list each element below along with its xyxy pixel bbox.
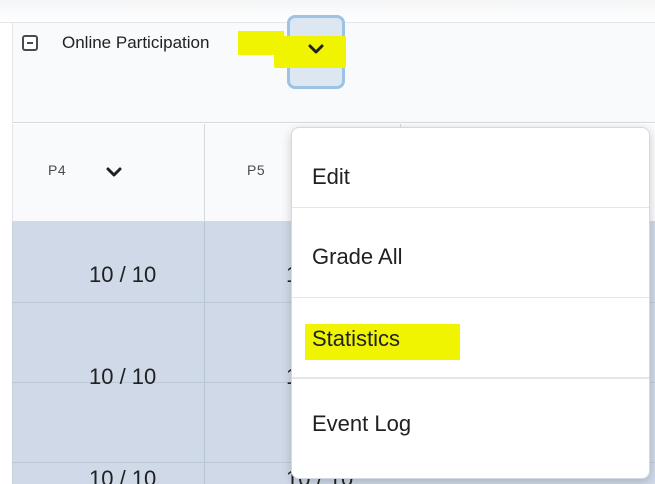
minus-square-icon[interactable] xyxy=(22,35,38,51)
column-divider xyxy=(204,222,205,484)
gradebook-frame: Online Participation P4 P5 10 / 10 1 10 … xyxy=(0,0,655,484)
group-title-part1: Online Partici xyxy=(62,33,164,52)
chevron-down-icon[interactable] xyxy=(106,164,122,180)
menu-item-label: Event Log xyxy=(312,411,412,436)
group-menu-button[interactable] xyxy=(272,13,364,95)
grade-cell-p4[interactable]: 10 / 10 xyxy=(89,262,156,288)
column-header-p5[interactable]: P5 xyxy=(247,162,265,178)
menu-item-statistics[interactable]: Statistics xyxy=(292,298,649,378)
group-title-part2: pation xyxy=(163,33,210,52)
group-context-menu: Edit Grade All Statistics Event Log xyxy=(291,127,650,479)
grade-cell-p4[interactable]: 10 / 10 xyxy=(89,364,156,390)
menu-item-label: Edit xyxy=(312,164,350,189)
menu-item-label: Grade All xyxy=(312,244,403,269)
menu-item-edit[interactable]: Edit xyxy=(292,128,649,208)
group-title: Online Participation xyxy=(62,30,209,56)
menu-item-label: Statistics xyxy=(312,326,401,351)
menu-item-grade-all[interactable]: Grade All xyxy=(292,218,649,298)
chevron-down-icon xyxy=(308,44,324,54)
menu-item-event-log[interactable]: Event Log xyxy=(292,378,649,478)
column-header-p4[interactable]: P4 xyxy=(48,162,66,178)
grade-cell-p4[interactable]: 10 / 10 xyxy=(89,466,156,484)
